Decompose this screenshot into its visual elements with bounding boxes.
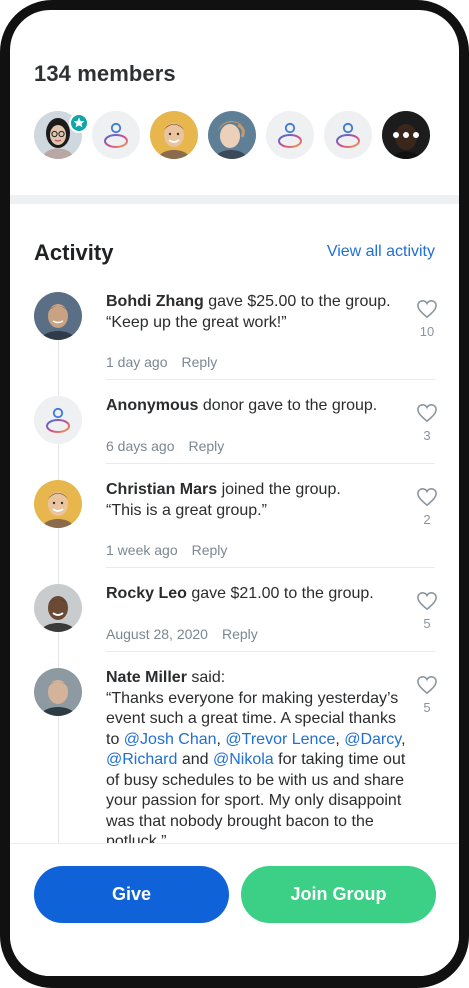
anonymous-user-icon xyxy=(34,396,82,444)
activity-meta: 1 week ago Reply xyxy=(106,542,227,558)
heart-icon[interactable] xyxy=(416,299,438,319)
like-count: 10 xyxy=(419,324,435,339)
give-button[interactable]: Give xyxy=(34,866,229,923)
activity-user-name[interactable]: Christian Mars xyxy=(106,481,217,498)
like-control[interactable]: 10 xyxy=(415,299,439,339)
activity-heading: Activity xyxy=(34,240,114,265)
like-count: 5 xyxy=(423,700,431,715)
anonymous-avatar xyxy=(34,396,82,444)
admin-star-badge xyxy=(69,113,89,133)
activity-timestamp: August 28, 2020 xyxy=(106,626,208,642)
item-divider xyxy=(106,463,435,464)
activity-user-name[interactable]: Nate Miller xyxy=(106,669,187,686)
member-avatar-anonymous[interactable] xyxy=(92,111,140,159)
activity-user-name[interactable]: Bohdi Zhang xyxy=(106,293,204,310)
activity-meta: 1 day ago Reply xyxy=(106,354,217,370)
activity-quote: “This is a great group.” xyxy=(106,501,267,519)
join-group-button[interactable]: Join Group xyxy=(241,866,436,923)
user-avatar[interactable] xyxy=(34,668,82,716)
item-divider xyxy=(106,567,435,568)
more-members-button[interactable] xyxy=(382,111,430,159)
activity-timestamp: 1 week ago xyxy=(106,542,178,558)
app-screen: 134 members Activity View all activity B… xyxy=(10,10,459,976)
heart-icon[interactable] xyxy=(416,487,438,507)
reply-button[interactable]: Reply xyxy=(182,354,218,370)
heart-icon[interactable] xyxy=(416,591,438,611)
item-divider xyxy=(106,379,435,380)
anonymous-user-icon xyxy=(266,111,314,159)
section-divider xyxy=(10,195,459,204)
mention-link[interactable]: @Josh Chan xyxy=(124,731,217,748)
activity-message: “Thanks everyone for making yesterday’s … xyxy=(106,689,406,853)
message-separator: and xyxy=(177,751,213,768)
activity-timestamp: 1 day ago xyxy=(106,354,168,370)
member-avatar[interactable] xyxy=(150,111,198,159)
activity-user-name[interactable]: Rocky Leo xyxy=(106,585,187,602)
like-control[interactable]: 5 xyxy=(415,591,439,631)
user-avatar[interactable] xyxy=(34,584,82,632)
heart-icon[interactable] xyxy=(416,675,438,695)
mention-link[interactable]: @Richard xyxy=(106,751,177,768)
like-control[interactable]: 5 xyxy=(415,675,439,715)
user-avatar[interactable] xyxy=(34,480,82,528)
anonymous-user-icon xyxy=(92,111,140,159)
members-count-heading: 134 members xyxy=(34,61,176,86)
user-avatar[interactable] xyxy=(34,292,82,340)
member-avatar-anonymous[interactable] xyxy=(266,111,314,159)
activity-text: Rocky Leo gave $21.00 to the group. xyxy=(106,584,406,605)
member-avatar-anonymous[interactable] xyxy=(324,111,372,159)
like-control[interactable]: 3 xyxy=(415,403,439,443)
mention-link[interactable]: @Darcy xyxy=(344,731,401,748)
activity-text: Nate Miller said: “Thanks everyone for m… xyxy=(106,668,406,853)
like-control[interactable]: 2 xyxy=(415,487,439,527)
reply-button[interactable]: Reply xyxy=(192,542,228,558)
activity-action: donor gave to the group. xyxy=(198,397,378,414)
activity-timestamp: 6 days ago xyxy=(106,438,175,454)
activity-action: said: xyxy=(186,669,226,686)
like-count: 5 xyxy=(423,616,431,631)
message-separator: , xyxy=(335,730,345,748)
reply-button[interactable]: Reply xyxy=(222,626,258,642)
activity-user-name: Anonymous xyxy=(106,397,199,414)
message-separator: , xyxy=(401,730,406,748)
device-frame: 134 members Activity View all activity B… xyxy=(0,0,469,988)
like-count: 2 xyxy=(423,512,431,527)
anonymous-user-icon xyxy=(324,111,372,159)
star-icon xyxy=(73,117,85,128)
activity-meta: 6 days ago Reply xyxy=(106,438,224,454)
mention-link[interactable]: @Trevor Lence xyxy=(225,731,335,748)
member-avatar[interactable] xyxy=(208,111,256,159)
activity-action: gave $21.00 to the group. xyxy=(186,585,374,602)
like-count: 3 xyxy=(423,428,431,443)
activity-action: gave $25.00 to the group. xyxy=(203,293,391,310)
activity-text: Bohdi Zhang gave $25.00 to the group. “K… xyxy=(106,292,406,333)
heart-icon[interactable] xyxy=(416,403,438,423)
reply-button[interactable]: Reply xyxy=(189,438,225,454)
mention-link[interactable]: @Nikola xyxy=(213,751,274,768)
bottom-action-bar: Give Join Group xyxy=(10,843,459,976)
activity-text: Anonymous donor gave to the group. xyxy=(106,396,406,417)
view-all-activity-link[interactable]: View all activity xyxy=(327,243,435,261)
activity-action: joined the group. xyxy=(217,481,341,498)
more-dots-icon xyxy=(382,111,430,159)
item-divider xyxy=(106,651,435,652)
activity-meta: August 28, 2020 Reply xyxy=(106,626,258,642)
activity-quote: “Keep up the great work!” xyxy=(106,313,287,331)
activity-text: Christian Mars joined the group. “This i… xyxy=(106,480,406,521)
